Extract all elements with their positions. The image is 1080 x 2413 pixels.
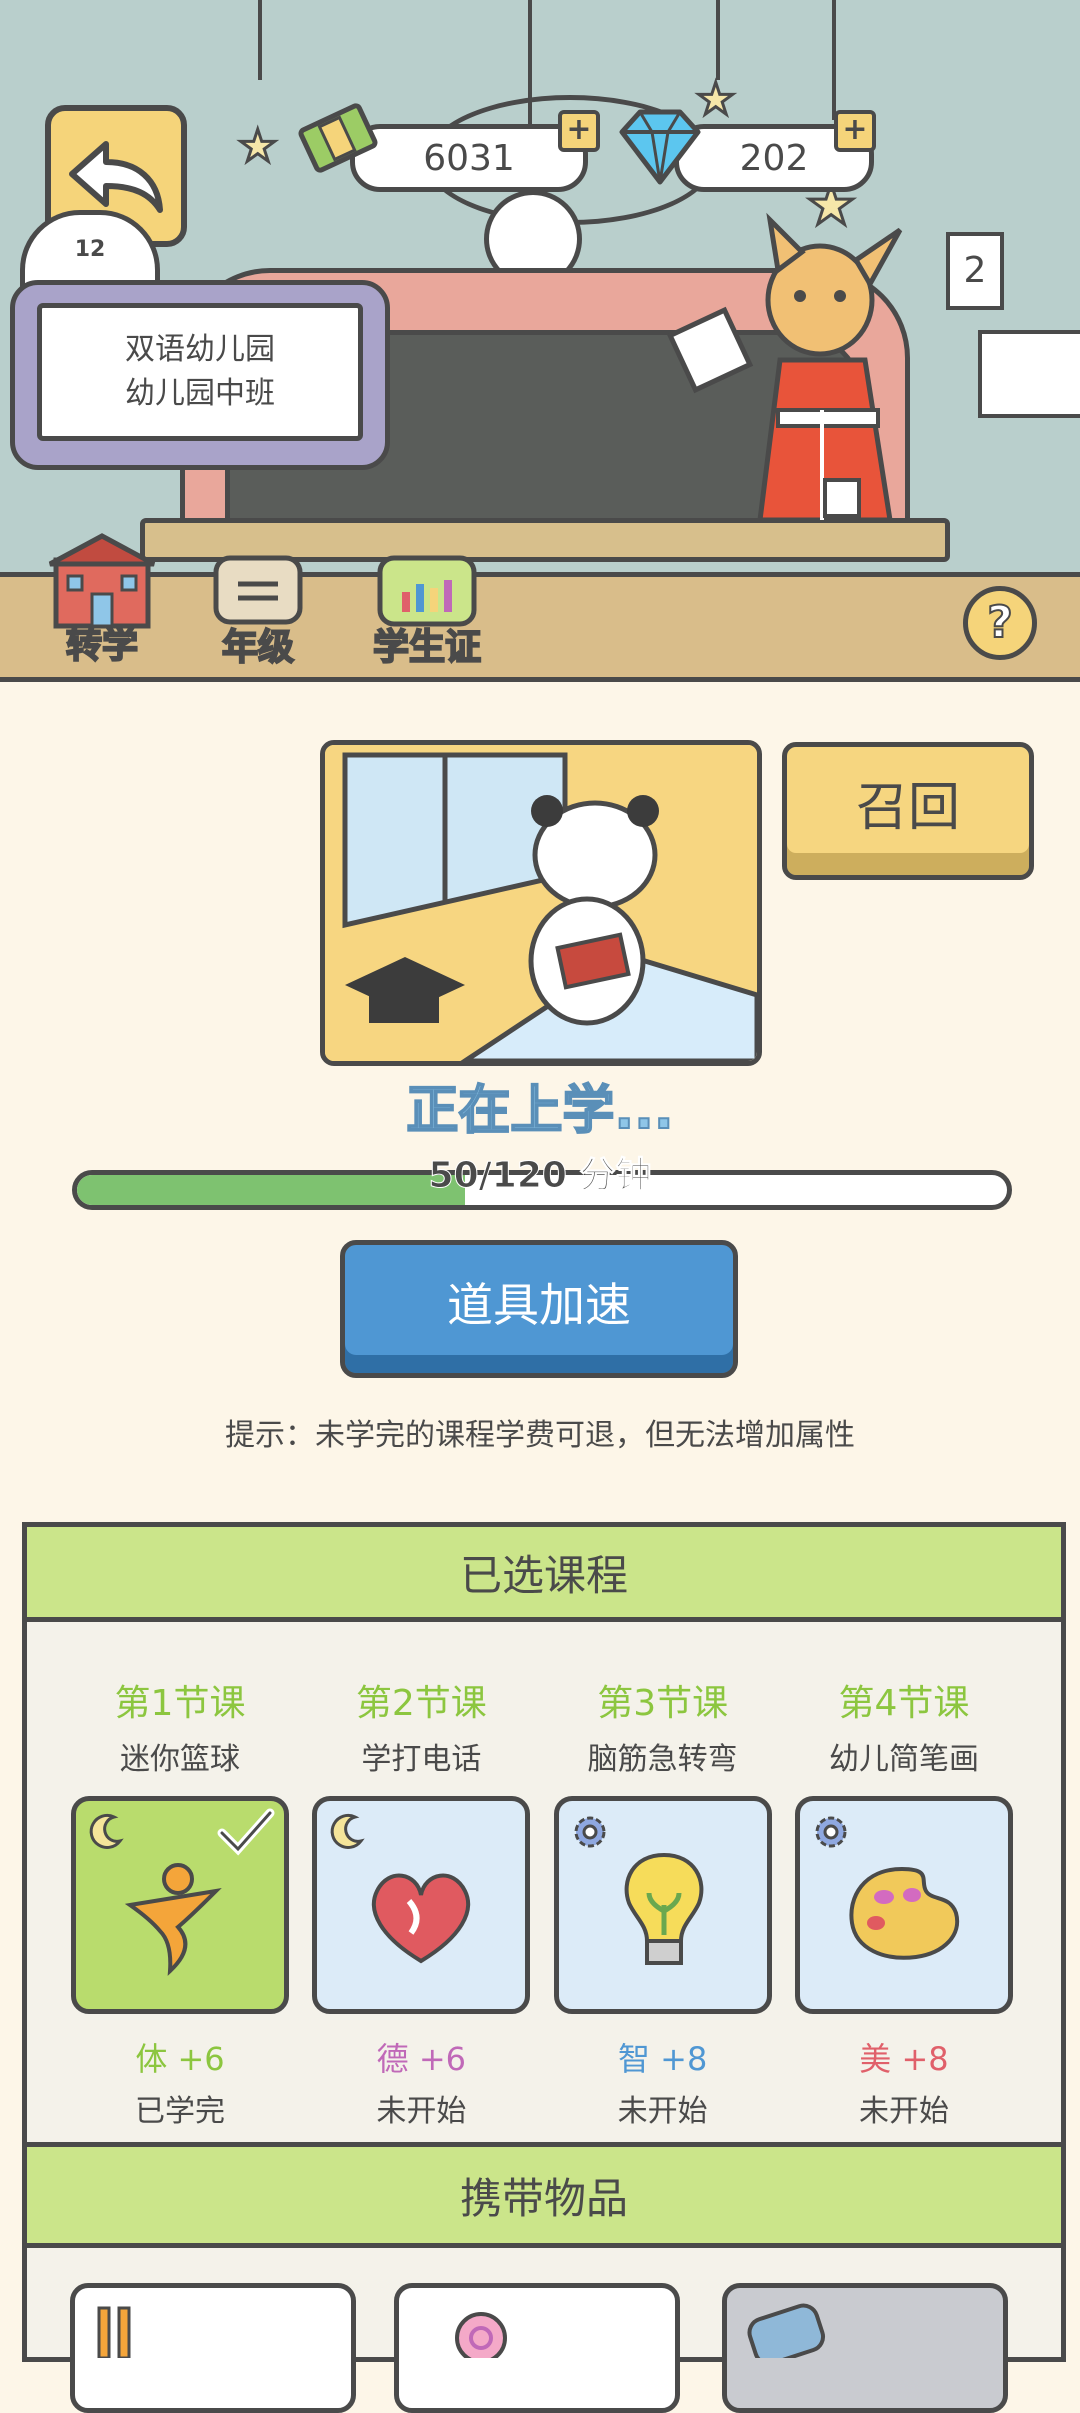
lollipop-icon — [455, 2312, 507, 2364]
carry-item-slot[interactable] — [722, 2283, 1008, 2413]
speed-up-button[interactable]: 道具加速 — [340, 1240, 738, 1378]
school-sign: 双语幼儿园 幼儿园中班 — [10, 280, 390, 470]
studying-status: 正在上学... — [405, 1080, 674, 1142]
grade-label: 年级 — [221, 626, 295, 669]
course-list: 第1节课 迷你篮球 体 +6 已学完 第2节课 学打电话 德 +6 未开始 第3… — [71, 1674, 1013, 2130]
carry-item-slot[interactable] — [394, 2283, 680, 2413]
gear-icon — [815, 1816, 847, 1848]
student-id-label: 学生证 — [372, 626, 482, 669]
moon-icon — [89, 1813, 124, 1849]
gear-icon — [574, 1816, 606, 1848]
school-building-icon — [48, 533, 156, 629]
school-name: 双语幼儿园 — [125, 332, 275, 367]
course-item[interactable]: 第2节课 学打电话 德 +6 未开始 — [312, 1674, 531, 2130]
grade-button[interactable]: 年级 — [208, 548, 308, 670]
fork-spoon-icon — [97, 2306, 131, 2360]
diamond-icon — [619, 109, 701, 185]
add-coins-button[interactable]: + — [558, 110, 600, 152]
teacher-leopard — [666, 212, 903, 520]
carry-item-slot[interactable] — [70, 2283, 356, 2413]
moon-icon — [330, 1813, 366, 1849]
studying-panda-picture — [320, 740, 762, 1066]
add-gems-button[interactable]: + — [834, 110, 876, 152]
progress-text: 50/120 分钟 — [428, 1155, 652, 1197]
selected-courses-title: 已选课程 — [22, 1522, 1066, 1622]
checkmark-icon — [217, 1808, 275, 1856]
wall-poster: 2 — [946, 232, 1004, 310]
carry-items-title: 携带物品 — [22, 2142, 1066, 2248]
heart-icon — [372, 1873, 471, 1964]
transfer-label: 转学 — [65, 624, 139, 667]
recall-button[interactable]: 召回 — [782, 742, 1034, 880]
wall-note — [978, 330, 1080, 418]
course-card[interactable] — [71, 1796, 289, 2014]
panda-reading-illustration — [325, 745, 757, 1061]
transfer-button[interactable]: 转学 — [42, 530, 162, 668]
course-card[interactable] — [553, 1796, 772, 2014]
class-name: 幼儿园中班 — [125, 376, 275, 411]
help-button[interactable]: ? — [963, 586, 1037, 660]
back-arrow-icon — [69, 141, 163, 213]
cash-icon — [298, 103, 378, 173]
course-item[interactable]: 第3节课 脑筋急转弯 智 +8 未开始 — [553, 1674, 772, 2130]
hanging-star-icon: ★ — [236, 121, 278, 172]
course-item[interactable]: 第1节课 迷你篮球 体 +6 已学完 — [71, 1674, 289, 2130]
toolbar-shelf — [0, 572, 1080, 682]
student-id-button[interactable]: 学生证 — [372, 548, 482, 670]
runner-icon — [124, 1863, 222, 1976]
course-card[interactable] — [794, 1796, 1013, 2014]
backpack-icon — [747, 2303, 826, 2366]
course-item[interactable]: 第4节课 幼儿简笔画 美 +8 未开始 — [794, 1674, 1013, 2130]
lightbulb-icon — [624, 1852, 704, 1965]
coins-counter: 6031 — [350, 124, 588, 192]
palette-icon — [849, 1866, 960, 1960]
course-card[interactable] — [312, 1796, 531, 2014]
tip-text: 提示：未学完的课程学费可退，但无法增加属性 — [225, 1418, 855, 1453]
